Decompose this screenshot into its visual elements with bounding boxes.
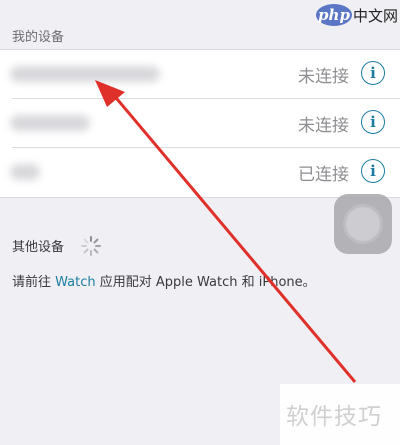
pair-hint: 请前往 Watch 应用配对 Apple Watch 和 iPhone。: [12, 271, 316, 290]
device-name-blurred: [10, 164, 40, 180]
assistive-touch-button[interactable]: [334, 194, 392, 254]
loading-spinner-icon: [81, 236, 101, 256]
device-row[interactable]: 已连接 i: [0, 148, 400, 196]
info-icon[interactable]: i: [361, 61, 385, 85]
watch-app-link[interactable]: Watch: [55, 275, 95, 290]
device-name-blurred: [10, 66, 160, 82]
device-status: 已连接: [298, 165, 349, 185]
my-devices-list: 未连接 i 未连接 i 已连接 i: [0, 49, 400, 198]
php-site-logo: php 中文网: [316, 2, 398, 28]
pair-hint-suffix: 应用配对 Apple Watch 和 iPhone。: [95, 275, 316, 290]
php-logo-text: 中文网: [353, 7, 399, 25]
other-devices-header: 其他设备: [12, 240, 65, 255]
device-row[interactable]: 未连接 i: [0, 99, 400, 147]
pair-hint-prefix: 请前往: [12, 275, 56, 290]
info-icon[interactable]: i: [361, 159, 385, 183]
my-devices-header: 我的设备: [12, 30, 65, 45]
device-status: 未连接: [298, 116, 349, 136]
php-badge: php: [316, 4, 352, 26]
assistive-touch-icon: [346, 207, 380, 241]
device-status: 未连接: [298, 67, 349, 87]
device-name-blurred: [10, 115, 90, 131]
info-icon[interactable]: i: [361, 110, 385, 134]
device-row[interactable]: 未连接 i: [0, 50, 400, 98]
watermark-text: 软件技巧: [286, 404, 382, 430]
